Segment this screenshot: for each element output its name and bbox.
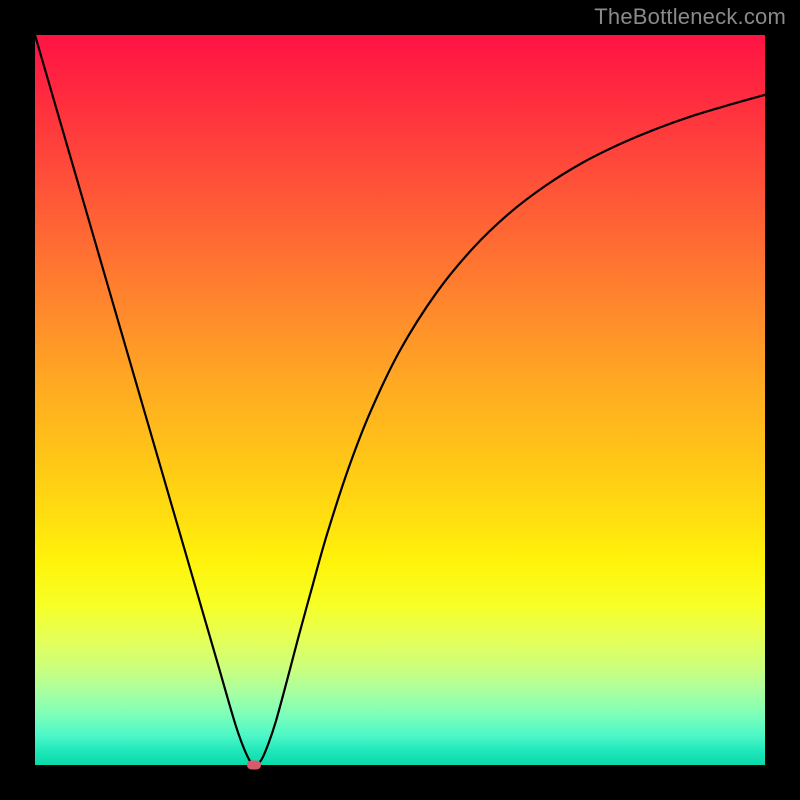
chart-container: TheBottleneck.com [0,0,800,800]
watermark-text: TheBottleneck.com [594,4,786,30]
curve-layer [35,35,765,765]
minimum-marker [247,761,261,770]
bottleneck-curve [35,35,765,765]
